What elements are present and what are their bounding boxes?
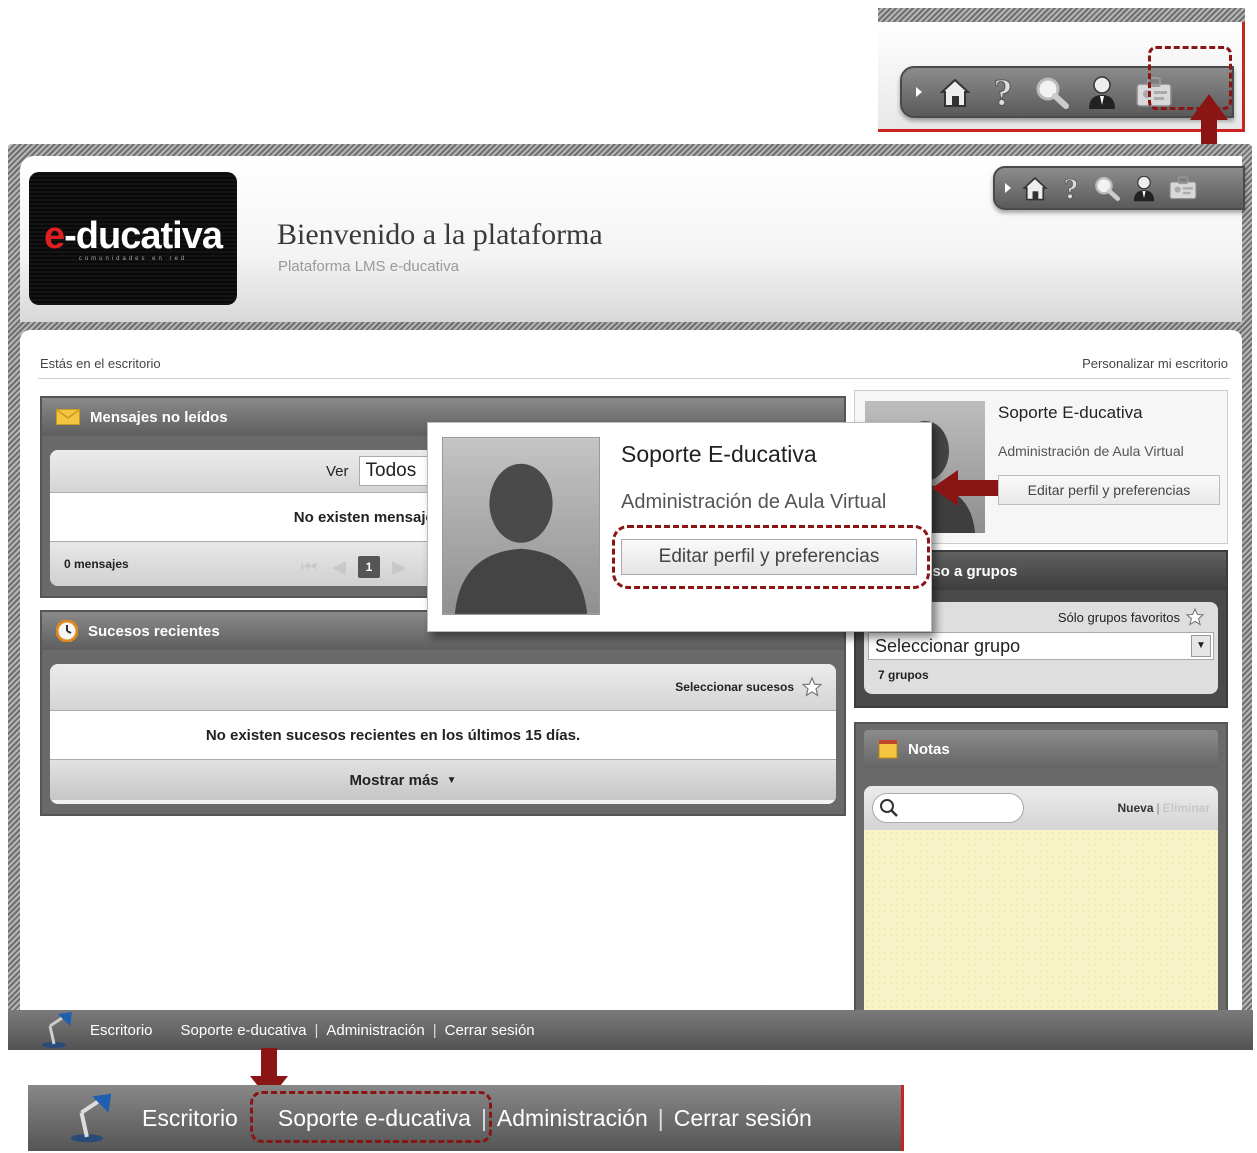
groups-count: 7 grupos	[878, 668, 929, 682]
show-more-label: Mostrar más	[349, 771, 439, 789]
edit-profile-button[interactable]: Editar perfil y preferencias	[621, 539, 917, 575]
nav-user-link[interactable]: Soporte e-ducativa	[181, 1022, 307, 1039]
select-events[interactable]: Seleccionar sucesos	[50, 664, 836, 710]
new-note-link[interactable]: Nueva	[1117, 801, 1153, 815]
toolbar-expand-arrow-icon[interactable]	[1005, 183, 1011, 193]
nav-logout-link[interactable]: Cerrar sesión	[674, 1105, 812, 1132]
page-number[interactable]: 1	[358, 556, 380, 578]
hatch-band	[878, 8, 1245, 22]
profile-role: Administración de Aula Virtual	[621, 491, 887, 513]
pager: ⏮ ◀ 1 ▶	[298, 556, 410, 578]
show-more-button[interactable]: Mostrar más ▼	[50, 760, 836, 800]
notes-toolbar: Nueva | Eliminar	[864, 786, 1218, 830]
chevron-down-icon: ▼	[446, 774, 457, 786]
nav-logout-link[interactable]: Cerrar sesión	[445, 1022, 535, 1039]
logo-word: -ducativa	[64, 215, 223, 257]
envelope-icon	[56, 409, 80, 425]
widget-title: Mensajes no leídos	[90, 408, 228, 426]
breadcrumb: Estás en el escritorio	[40, 356, 161, 371]
toolbar-expand-arrow-icon[interactable]	[916, 87, 922, 97]
edit-profile-button[interactable]: Editar perfil y preferencias	[998, 475, 1220, 505]
empty-events-text: No existen sucesos recientes en los últi…	[50, 710, 836, 760]
group-select[interactable]: Seleccionar grupo ▼	[868, 632, 1214, 660]
desk-lamp-icon	[70, 1093, 112, 1143]
customize-desktop-link[interactable]: Personalizar mi escritorio	[1082, 356, 1228, 371]
delete-note-link: Eliminar	[1162, 801, 1210, 815]
search-icon[interactable]	[1034, 75, 1070, 109]
search-icon[interactable]	[1093, 175, 1121, 201]
toolbar: ?	[993, 166, 1245, 210]
logo-tagline: comunidades en red	[78, 256, 188, 262]
widget-body: Seleccionar sucesos No existen sucesos r…	[50, 664, 836, 804]
logo-wordmark: e-ducativa	[44, 215, 223, 258]
nav-admin-link[interactable]: Administración	[497, 1105, 648, 1132]
profile-role: Administración de Aula Virtual	[998, 443, 1184, 459]
nav-desktop-link[interactable]: Escritorio	[142, 1105, 238, 1132]
home-icon[interactable]	[1021, 174, 1049, 202]
svg-text:?: ?	[1064, 173, 1079, 203]
page-subtitle: Plataforma LMS e-ducativa	[278, 258, 459, 275]
nav-separator: |	[314, 1021, 319, 1039]
logo-prefix: e	[44, 215, 65, 257]
notes-pad[interactable]	[864, 830, 1218, 1010]
profile-name: Soporte E-ducativa	[621, 441, 817, 467]
star-icon[interactable]	[802, 677, 822, 697]
messages-count: 0 mensajes	[64, 557, 129, 571]
select-events-label: Seleccionar sucesos	[675, 680, 794, 694]
svg-text:?: ?	[994, 73, 1013, 111]
notes-actions: Nueva | Eliminar	[1117, 801, 1210, 815]
user-icon[interactable]	[1131, 174, 1157, 202]
nav-separator: |	[657, 1104, 664, 1131]
notes-search-input[interactable]	[872, 793, 1024, 823]
chevron-down-icon[interactable]: ▼	[1191, 635, 1211, 657]
recent-events-widget: Sucesos recientes Seleccionar sucesos No…	[40, 610, 846, 816]
clock-icon	[56, 620, 78, 642]
profile-zoom-popup: Soporte E-ducativa Administración de Aul…	[427, 422, 932, 632]
widget-header: Notas	[864, 730, 1218, 768]
desk-lamp-icon	[42, 1012, 72, 1048]
widget-title: Sucesos recientes	[88, 622, 220, 640]
notes-separator: |	[1156, 801, 1160, 815]
notes-widget: Notas Nueva | Eliminar	[854, 722, 1228, 1012]
nav-admin-link[interactable]: Administración	[326, 1022, 424, 1039]
divider	[38, 378, 1230, 379]
user-icon[interactable]	[1086, 74, 1118, 110]
favorite-groups-label: Sólo grupos favoritos	[1057, 609, 1180, 625]
profile-card-icon[interactable]	[1167, 175, 1199, 201]
help-icon[interactable]: ?	[988, 73, 1018, 111]
page-title: Bienvenido a la plataforma	[277, 218, 603, 251]
widget-title: Notas	[908, 740, 950, 758]
next-page-icon[interactable]: ▶	[388, 556, 410, 578]
callout-arrow-left-icon	[932, 470, 998, 506]
profile-name: Soporte E-ducativa	[998, 403, 1143, 422]
widget-title: eso a grupos	[924, 562, 1018, 580]
user-link-highlight	[250, 1091, 492, 1143]
filter-label: Ver	[326, 462, 349, 480]
nav-desktop-link[interactable]: Escritorio	[90, 1022, 153, 1039]
star-icon[interactable]	[1186, 608, 1204, 626]
previous-page-icon[interactable]: ◀	[328, 556, 350, 578]
bottom-nav-bar: Escritorio Soporte e-ducativa | Administ…	[8, 1010, 1253, 1050]
widget-body: Nueva | Eliminar	[864, 786, 1218, 1010]
search-icon	[880, 799, 898, 817]
nav-separator: |	[432, 1021, 437, 1039]
bottom-nav-zoom: Escritorio Soporte e-ducativa | Administ…	[28, 1085, 904, 1151]
logo[interactable]: e-ducativa comunidades en red	[29, 172, 237, 305]
group-select-value: Seleccionar grupo	[875, 636, 1021, 656]
avatar[interactable]	[442, 437, 600, 615]
home-icon[interactable]	[938, 75, 972, 109]
help-icon[interactable]: ?	[1059, 173, 1083, 203]
first-page-icon[interactable]: ⏮	[298, 556, 320, 578]
notepad-icon	[878, 740, 898, 759]
